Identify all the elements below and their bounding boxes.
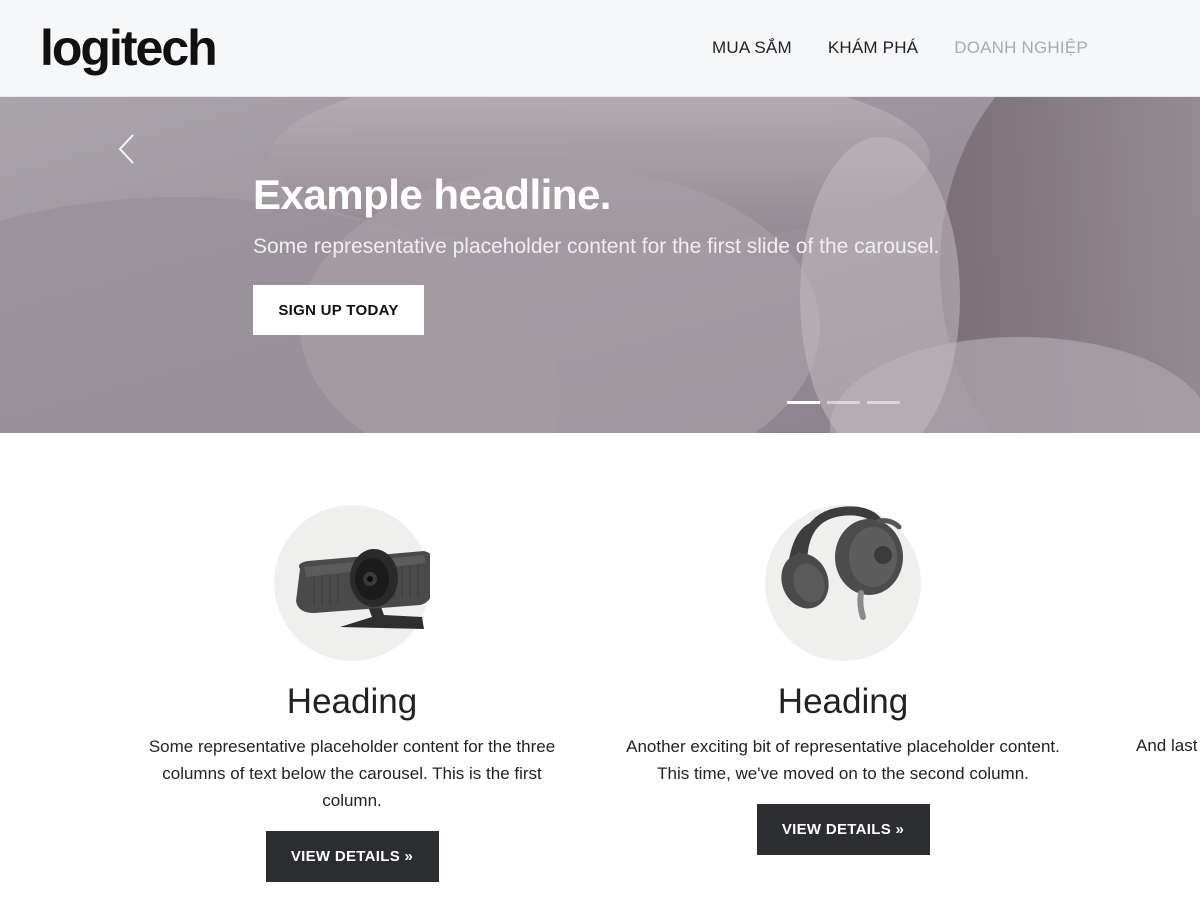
hero-carousel: Example headline. Some representative pl… [0,97,1200,433]
headset-image [765,505,921,661]
column-heading: Heading [777,682,909,721]
feature-column-1: Heading Some representative placeholder … [132,505,572,882]
feature-column-2: Heading Another exciting bit of represen… [623,505,1063,855]
sign-up-button[interactable]: SIGN UP TODAY [253,285,424,335]
view-details-button[interactable]: VIEW DETAILS » [756,804,930,855]
nav-item-business[interactable]: DOANH NGHIỆP [954,38,1088,58]
column-text: Some representative placeholder content … [148,737,556,810]
carousel-indicators [787,401,900,404]
nav-item-shop[interactable]: MUA SẮM [712,38,792,58]
webcam-illustration [296,549,430,629]
carousel-prev-button[interactable] [112,127,142,167]
hero-headline: Example headline. [253,171,611,218]
carousel-indicator-1[interactable] [787,401,820,404]
column-text: And last [1136,736,1198,755]
site-header: logitech MUA SẮM KHÁM PHÁ DOANH NGHIỆP [0,0,1200,97]
carousel-indicator-2[interactable] [827,401,860,404]
view-details-button[interactable]: VIEW DETAILS » [265,831,439,882]
nav-item-explore[interactable]: KHÁM PHÁ [828,38,918,58]
main-nav: MUA SẮM KHÁM PHÁ DOANH NGHIỆP [712,38,1088,58]
carousel-indicator-3[interactable] [867,401,900,404]
webcam-image [274,505,430,661]
hero-description: Some representative placeholder content … [253,235,940,258]
column-text: Another exciting bit of representative p… [626,737,1060,783]
logitech-logo[interactable]: logitech [40,18,218,78]
hero-background-image [0,97,1200,433]
feature-column-3: And last [1114,505,1200,759]
headset-illustration [781,506,903,620]
chevron-left-icon [118,134,134,164]
column-heading: Heading [286,682,418,721]
